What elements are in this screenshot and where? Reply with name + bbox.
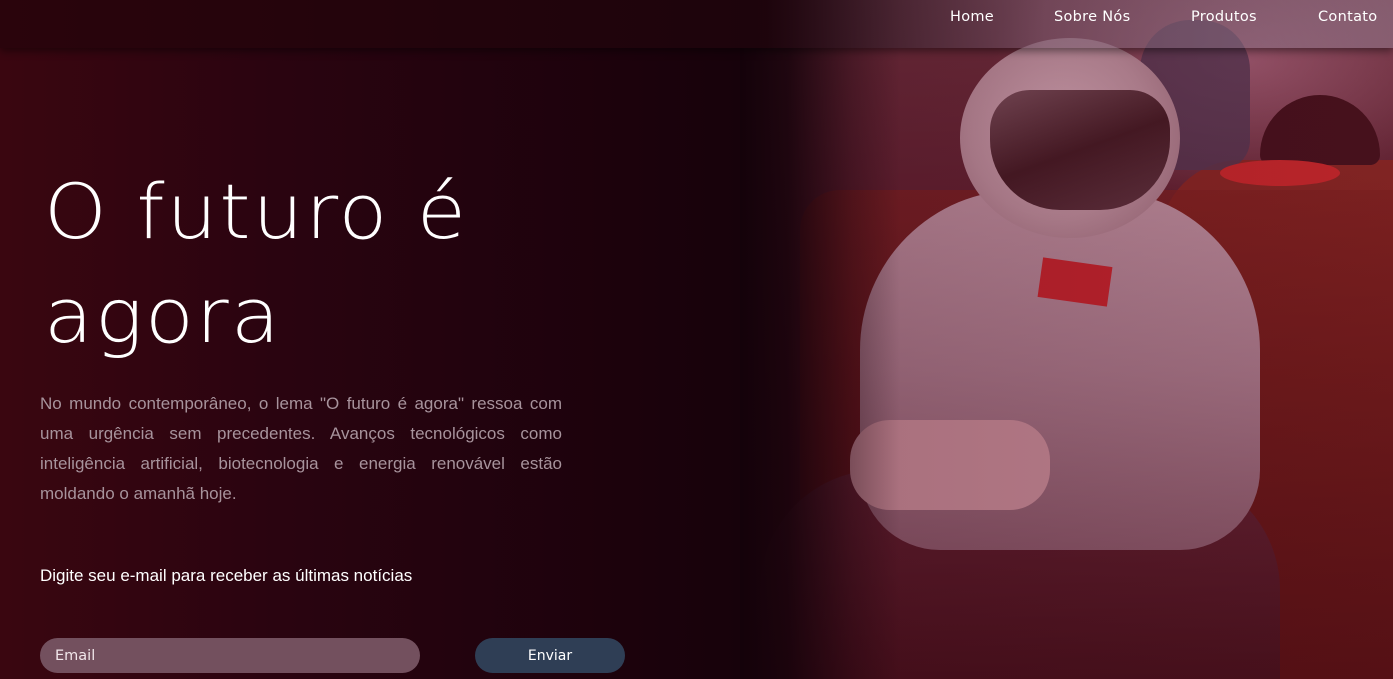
- photo-fade-overlay: [740, 0, 900, 679]
- hero-title: O futuro é agora: [44, 160, 590, 368]
- nav-link-products[interactable]: Produtos: [1191, 9, 1257, 25]
- send-button[interactable]: Enviar: [475, 638, 625, 673]
- hero-title-line-1: O futuro é: [44, 167, 469, 256]
- nav-link-home[interactable]: Home: [950, 9, 994, 25]
- hero-title-line-2: agora: [44, 271, 282, 360]
- nav-link-contact[interactable]: Contato: [1318, 9, 1377, 25]
- landing-page: Home Sobre Nós Produtos Contato O futuro…: [0, 0, 1393, 679]
- email-input[interactable]: [40, 638, 420, 673]
- hero-description: No mundo contemporâneo, o lema "O futuro…: [40, 394, 562, 503]
- nav-link-about[interactable]: Sobre Nós: [1054, 9, 1130, 25]
- top-navbar: Home Sobre Nós Produtos Contato: [0, 0, 1393, 48]
- newsletter-label: Digite seu e-mail para receber as última…: [40, 566, 413, 585]
